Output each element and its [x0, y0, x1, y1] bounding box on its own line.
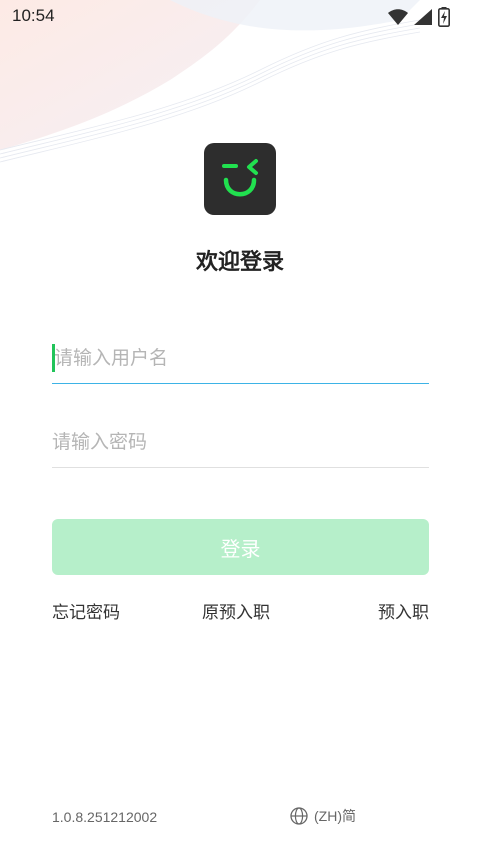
status-icons — [388, 7, 450, 27]
app-version: 1.0.8.251212002 — [52, 809, 158, 825]
username-input[interactable] — [52, 347, 429, 369]
globe-icon — [290, 807, 308, 825]
pre-entry-link[interactable]: 预入职 — [378, 598, 429, 623]
wifi-icon — [388, 9, 408, 25]
language-label: (ZH)简 — [314, 808, 356, 824]
login-button[interactable]: 登录 — [52, 519, 429, 575]
username-field[interactable] — [52, 333, 429, 384]
forgot-password-link[interactable]: 忘记密码 — [52, 598, 120, 623]
signal-icon — [414, 9, 432, 25]
wink-smile-icon — [222, 159, 258, 197]
text-cursor — [52, 344, 55, 372]
status-time: 10:54 — [12, 6, 55, 25]
password-field[interactable] — [52, 417, 429, 468]
password-input[interactable] — [52, 431, 429, 453]
original-pre-entry-link[interactable]: 原预入职 — [202, 598, 270, 623]
status-bar: 10:54 — [0, 0, 480, 34]
app-logo — [204, 143, 276, 215]
language-selector[interactable]: (ZH)简 — [290, 806, 356, 826]
page-title: 欢迎登录 — [195, 250, 284, 275]
battery-charging-icon — [438, 7, 450, 27]
